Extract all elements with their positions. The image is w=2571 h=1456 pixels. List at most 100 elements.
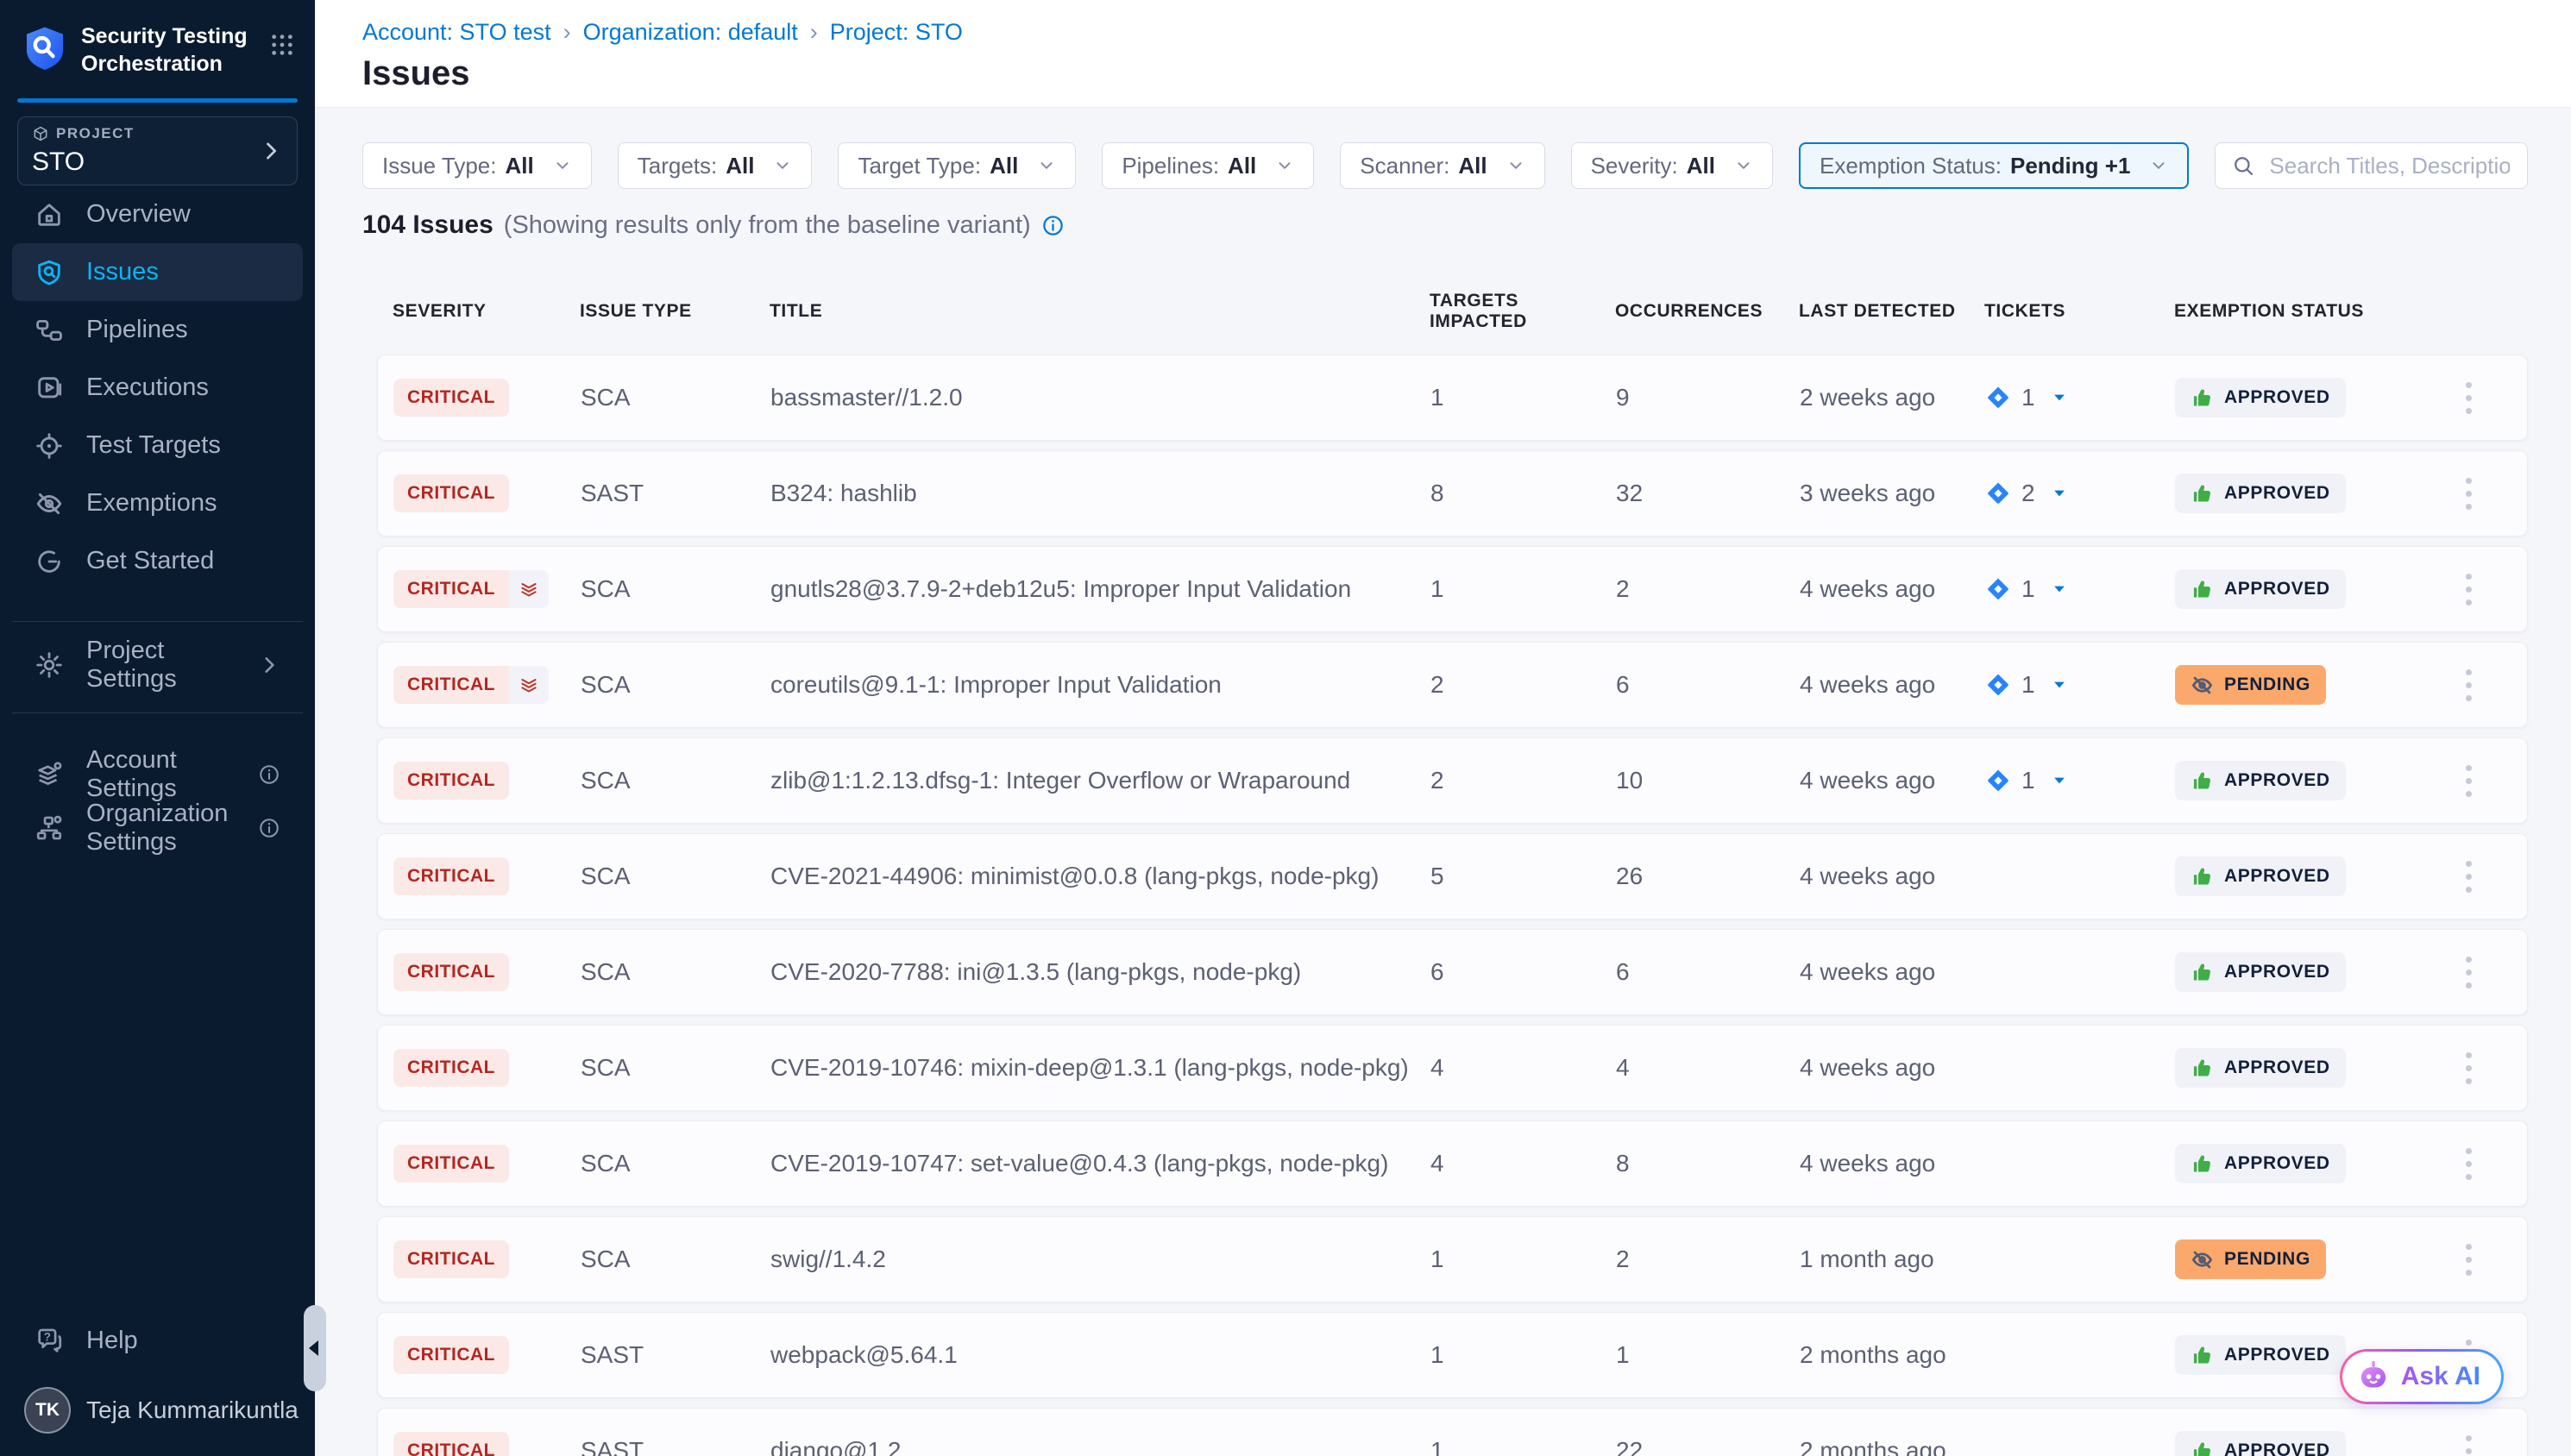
ticket-expand-caret-icon[interactable]: [2051, 772, 2068, 789]
issue-title[interactable]: B324: hashlib: [770, 480, 1430, 507]
table-row[interactable]: CRITICALSASTB324: hashlib8323 weeks ago2…: [377, 450, 2528, 537]
info-icon[interactable]: [1041, 214, 1065, 237]
table-row[interactable]: CRITICALSCACVE-2020-7788: ini@1.3.5 (lan…: [377, 929, 2528, 1015]
table-row[interactable]: CRITICALSCAgnutls28@3.7.9-2+deb12u5: Imp…: [377, 546, 2528, 632]
breadcrumb-account[interactable]: Account: STO test: [362, 19, 551, 46]
sidebar-item-account-settings[interactable]: Account Settings: [12, 748, 303, 801]
issue-title[interactable]: django@1.2: [770, 1437, 1430, 1456]
content: Issue Type:All Targets:All Target Type:All…: [315, 108, 2571, 1456]
chevron-down-icon: [773, 156, 792, 175]
ticket-expand-caret-icon[interactable]: [2051, 581, 2068, 598]
row-menu-button[interactable]: [2459, 471, 2479, 517]
sidebar-item-organization-settings[interactable]: Organization Settings: [12, 801, 303, 855]
breadcrumb-separator: ›: [563, 19, 571, 46]
row-menu-button[interactable]: [2459, 758, 2479, 804]
issue-title[interactable]: gnutls28@3.7.9-2+deb12u5: Improper Input…: [770, 575, 1430, 603]
status-badge-approved: APPROVED: [2175, 474, 2346, 513]
layers-gear-icon: [35, 760, 64, 789]
filter-pipelines[interactable]: Pipelines:All: [1102, 142, 1314, 189]
sidebar-item-overview[interactable]: Overview: [12, 185, 303, 243]
row-menu-button[interactable]: [2459, 567, 2479, 612]
ask-ai-button[interactable]: Ask AI: [2340, 1349, 2504, 1404]
row-menu-button[interactable]: [2459, 1237, 2479, 1283]
filter-targets[interactable]: Targets:All: [618, 142, 813, 189]
project-selector[interactable]: PROJECT STO: [17, 116, 298, 185]
issue-type: SCA: [581, 575, 770, 603]
issue-title[interactable]: CVE-2019-10747: set-value@0.4.3 (lang-pk…: [770, 1150, 1430, 1177]
ticket-expand-caret-icon[interactable]: [2051, 485, 2068, 502]
sidebar-divider: [12, 621, 303, 622]
sidebar-item-executions[interactable]: Executions: [12, 359, 303, 417]
search-input[interactable]: [2267, 152, 2511, 180]
table-row[interactable]: CRITICALSASTwebpack@5.64.1112 months ago…: [377, 1312, 2528, 1398]
issue-title[interactable]: webpack@5.64.1: [770, 1341, 1430, 1369]
table-row[interactable]: CRITICALSASTdjango@1.21222 months agoAPP…: [377, 1408, 2528, 1456]
sidebar-item-pipelines[interactable]: Pipelines: [12, 301, 303, 359]
row-menu-button[interactable]: [2459, 950, 2479, 995]
filter-issue-type[interactable]: Issue Type:All: [362, 142, 592, 189]
sidebar-item-test-targets[interactable]: Test Targets: [12, 417, 303, 474]
table-row[interactable]: CRITICALSCAswig//1.4.2121 month agoPENDI…: [377, 1216, 2528, 1302]
row-menu-button[interactable]: [2459, 854, 2479, 900]
filter-label: Pipelines:: [1122, 153, 1219, 179]
ticket-expand-caret-icon[interactable]: [2051, 676, 2068, 693]
status-badge-approved: APPROVED: [2175, 952, 2346, 992]
ticket-count: 1: [2021, 767, 2035, 794]
table-row[interactable]: CRITICALSCACVE-2021-44906: minimist@0.0.…: [377, 833, 2528, 919]
sidebar-item-get-started[interactable]: Get Started: [12, 532, 303, 590]
info-icon[interactable]: [258, 763, 280, 786]
chevron-down-icon: [1734, 156, 1753, 175]
severity-badge: CRITICAL: [393, 474, 509, 512]
module-grid-icon[interactable]: [268, 31, 296, 59]
issue-title[interactable]: CVE-2019-10746: mixin-deep@1.3.1 (lang-p…: [770, 1054, 1430, 1082]
row-menu-button[interactable]: [2459, 662, 2479, 708]
sidebar: Security Testing Orchestration: [0, 0, 315, 1456]
sidebar-item-exemptions[interactable]: Exemptions: [12, 474, 303, 532]
sidebar-item-project-settings[interactable]: Project Settings: [12, 636, 303, 693]
brand-title: Security Testing Orchestration: [81, 22, 248, 78]
issue-title[interactable]: coreutils@9.1-1: Improper Input Validati…: [770, 671, 1430, 699]
thumbs-up-icon: [2191, 386, 2214, 410]
sidebar-collapse-handle[interactable]: [304, 1305, 326, 1391]
table-row[interactable]: CRITICALSCAcoreutils@9.1-1: Improper Inp…: [377, 642, 2528, 728]
shield-search-icon: [35, 258, 64, 287]
ticket-expand-caret-icon[interactable]: [2051, 389, 2068, 406]
row-menu-button[interactable]: [2459, 1428, 2479, 1456]
targets-impacted: 1: [1430, 1246, 1616, 1273]
targets-impacted: 1: [1430, 575, 1616, 603]
chevron-down-icon: [1506, 156, 1525, 175]
issue-title[interactable]: CVE-2020-7788: ini@1.3.5 (lang-pkgs, nod…: [770, 958, 1430, 986]
sidebar-item-help[interactable]: ? Help: [12, 1315, 303, 1366]
breadcrumb-organization[interactable]: Organization: default: [583, 19, 798, 46]
table-row[interactable]: CRITICALSCAzlib@1:1.2.13.dfsg-1: Integer…: [377, 737, 2528, 824]
chevron-right-icon: [259, 139, 283, 163]
occurrences: 4: [1616, 1054, 1800, 1082]
issue-title[interactable]: bassmaster//1.2.0: [770, 384, 1430, 411]
breadcrumb-project[interactable]: Project: STO: [830, 19, 963, 46]
last-detected: 4 weeks ago: [1800, 958, 1985, 986]
severity-badge: CRITICAL: [393, 762, 509, 800]
table-row[interactable]: CRITICALSCAbassmaster//1.2.0192 weeks ag…: [377, 355, 2528, 441]
issue-type: SCA: [581, 1246, 770, 1273]
issue-title[interactable]: CVE-2021-44906: minimist@0.0.8 (lang-pkg…: [770, 863, 1430, 890]
filter-target-type[interactable]: Target Type:All: [838, 142, 1076, 189]
issues-note: (Showing results only from the baseline …: [504, 208, 1031, 242]
filter-label: Issue Type:: [382, 153, 497, 179]
brand: Security Testing Orchestration: [0, 0, 315, 78]
issue-title[interactable]: zlib@1:1.2.13.dfsg-1: Integer Overflow o…: [770, 767, 1430, 794]
severity-badge: CRITICAL: [393, 1145, 509, 1183]
filter-severity[interactable]: Severity:All: [1571, 142, 1773, 189]
filter-scanner[interactable]: Scanner:All: [1340, 142, 1544, 189]
user-menu[interactable]: TK Teja Kummarikuntla: [0, 1387, 315, 1456]
issue-title[interactable]: swig//1.4.2: [770, 1246, 1430, 1273]
table-row[interactable]: CRITICALSCACVE-2019-10746: mixin-deep@1.…: [377, 1025, 2528, 1111]
issue-type: SCA: [581, 1054, 770, 1082]
filter-exemption-status[interactable]: Exemption Status: Pending +1: [1799, 142, 2189, 189]
row-menu-button[interactable]: [2459, 1141, 2479, 1187]
row-menu-button[interactable]: [2459, 375, 2479, 421]
sidebar-item-label: Executions: [86, 373, 209, 402]
info-icon[interactable]: [258, 817, 280, 839]
table-row[interactable]: CRITICALSCACVE-2019-10747: set-value@0.4…: [377, 1120, 2528, 1207]
sidebar-item-issues[interactable]: Issues: [12, 243, 303, 301]
row-menu-button[interactable]: [2459, 1045, 2479, 1091]
